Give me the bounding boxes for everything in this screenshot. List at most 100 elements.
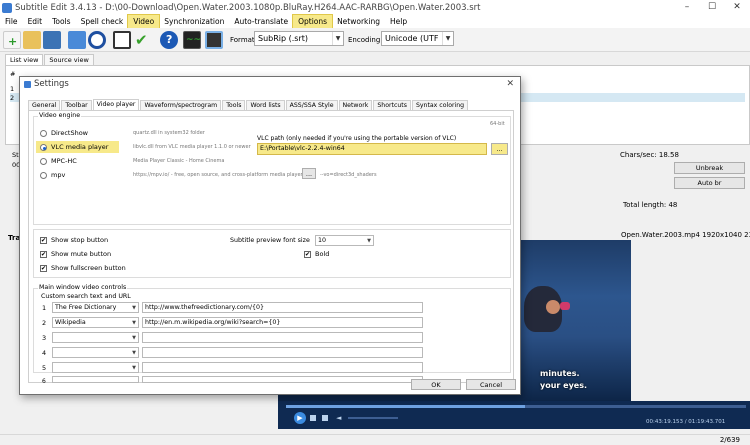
- info-icon[interactable]: ?: [160, 31, 178, 49]
- new-file-icon[interactable]: +: [3, 31, 21, 49]
- tab-video-player[interactable]: Video player: [92, 99, 140, 110]
- tab-ass-ssa-style[interactable]: ASS/SSA Style: [285, 100, 338, 110]
- chevron-down-icon: ▼: [332, 32, 343, 45]
- minimize-button[interactable]: –: [675, 0, 699, 15]
- menu-networking[interactable]: Networking: [332, 15, 385, 28]
- vlc-label[interactable]: VLC media player: [51, 143, 108, 151]
- search-url-input[interactable]: [142, 347, 423, 358]
- search-url-input[interactable]: http://en.m.wikipedia.org/wiki?search={0…: [142, 317, 423, 328]
- vlc-browse-button[interactable]: ...: [491, 143, 508, 155]
- tab-waveform[interactable]: Waveform/spectrogram: [140, 100, 222, 110]
- tab-list-view[interactable]: List view: [5, 54, 44, 65]
- directshow-desc: quartz.dll in system32 folder: [133, 130, 205, 136]
- stop-icon[interactable]: [310, 415, 316, 421]
- video-icon[interactable]: [113, 31, 131, 49]
- search-url-input[interactable]: [142, 332, 423, 343]
- mpv-label[interactable]: mpv: [51, 171, 65, 179]
- menu-tools[interactable]: Tools: [47, 15, 75, 28]
- menu-help[interactable]: Help: [385, 15, 412, 28]
- tab-toolbar[interactable]: Toolbar: [61, 100, 92, 110]
- directshow-label[interactable]: DirectShow: [51, 129, 88, 137]
- chevron-down-icon: ▼: [132, 305, 136, 311]
- volume-slider[interactable]: [348, 417, 398, 419]
- tab-source-view[interactable]: Source view: [44, 54, 94, 65]
- show-fullscreen-checkbox[interactable]: ✔: [40, 265, 47, 272]
- dialog-close-button[interactable]: ✕: [506, 77, 514, 92]
- encoding-label: Encoding: [348, 36, 381, 44]
- auto-br-button[interactable]: Auto br: [674, 177, 745, 189]
- dialog-title-bar: Settings ✕: [20, 77, 520, 92]
- app-icon: [2, 2, 12, 13]
- find-icon[interactable]: [88, 31, 106, 49]
- show-mute-label[interactable]: Show mute button: [51, 250, 111, 258]
- row-number: 1: [10, 85, 15, 93]
- chevron-down-icon: ▼: [132, 365, 136, 371]
- maximize-button[interactable]: ☐: [700, 0, 724, 15]
- preview-font-label: Subtitle preview font size: [230, 237, 310, 244]
- search-name-select[interactable]: [52, 376, 139, 383]
- waveform-icon[interactable]: ~~: [183, 31, 201, 49]
- menu-file[interactable]: File: [0, 15, 23, 28]
- tab-syntax-coloring[interactable]: Syntax coloring: [411, 100, 469, 110]
- menu-edit[interactable]: Edit: [23, 15, 48, 28]
- show-stop-checkbox[interactable]: ✔: [40, 237, 47, 244]
- bold-checkbox[interactable]: ✔: [304, 251, 311, 258]
- preview-font-select[interactable]: 10 ▼: [315, 235, 374, 246]
- tab-tools[interactable]: Tools: [222, 100, 246, 110]
- bold-label[interactable]: Bold: [315, 250, 329, 258]
- close-button[interactable]: ✕: [725, 0, 749, 15]
- cancel-button[interactable]: Cancel: [466, 379, 516, 390]
- search-name-select[interactable]: ▼: [52, 347, 139, 358]
- film-icon[interactable]: [205, 31, 223, 49]
- show-mute-checkbox[interactable]: ✔: [40, 251, 47, 258]
- play-icon[interactable]: ▶: [294, 412, 306, 424]
- radio-directshow[interactable]: [40, 130, 47, 137]
- search-url-input[interactable]: http://www.thefreedictionary.com/{0}: [142, 302, 423, 313]
- search-name-select[interactable]: The Free Dictionary ▼: [52, 302, 139, 313]
- search-name-select[interactable]: Wikipedia ▼: [52, 317, 139, 328]
- mpc-hc-label[interactable]: MPC-HC: [51, 157, 77, 165]
- tab-shortcuts[interactable]: Shortcuts: [373, 100, 411, 110]
- search-name-select[interactable]: ▼: [52, 362, 139, 373]
- tab-word-lists[interactable]: Word lists: [246, 100, 285, 110]
- chars-per-sec: Chars/sec: 18.58: [620, 151, 679, 159]
- show-fullscreen-label[interactable]: Show fullscreen button: [51, 264, 126, 272]
- radio-vlc[interactable]: [40, 144, 47, 151]
- help-icon[interactable]: [68, 31, 86, 49]
- fullscreen-icon[interactable]: [322, 415, 328, 421]
- radio-mpv[interactable]: [40, 172, 47, 179]
- tab-general[interactable]: General: [28, 100, 61, 110]
- tab-network[interactable]: Network: [338, 100, 373, 110]
- main-window-controls-title: Main window video controls: [38, 284, 128, 291]
- mpv-browse-button[interactable]: ...: [302, 168, 316, 179]
- ok-button[interactable]: OK: [411, 379, 461, 390]
- encoding-select[interactable]: Unicode (UTF ▼: [381, 31, 454, 46]
- total-length: Total length: 48: [623, 201, 678, 209]
- format-select[interactable]: SubRip (.srt) ▼: [254, 31, 344, 46]
- save-icon[interactable]: [43, 31, 61, 49]
- menu-spell-check[interactable]: Spell check: [76, 15, 129, 28]
- search-url-input[interactable]: [142, 376, 423, 383]
- show-stop-label[interactable]: Show stop button: [51, 236, 108, 244]
- vlc-path-input[interactable]: E:\Portable\vlc-2.2.4-win64: [257, 143, 487, 155]
- search-name-select[interactable]: ▼: [52, 332, 139, 343]
- volume-icon[interactable]: ◄: [336, 414, 341, 422]
- menu-options[interactable]: Options: [292, 14, 334, 29]
- subtitle-line-1: minutes.: [540, 369, 580, 378]
- video-info: Open.Water.2003.mp4 1920x1040 23.976: [621, 231, 750, 239]
- chevron-down-icon: ▼: [442, 32, 453, 45]
- subtitle-position: 2/639: [719, 436, 740, 444]
- video-engine-group: [33, 116, 511, 225]
- menu-auto-translate[interactable]: Auto-translate: [229, 15, 293, 28]
- diver-gear: [560, 302, 570, 310]
- check-icon[interactable]: ✔: [133, 31, 151, 49]
- menu-synchronization[interactable]: Synchronization: [159, 15, 229, 28]
- search-row-number: 1: [42, 304, 47, 312]
- seek-bar[interactable]: [286, 405, 746, 408]
- menu-video[interactable]: Video: [127, 14, 161, 29]
- open-folder-icon[interactable]: [23, 31, 41, 49]
- radio-mpc-hc[interactable]: [40, 158, 47, 165]
- custom-search-label: Custom search text and URL: [41, 293, 131, 300]
- search-url-input[interactable]: [142, 362, 423, 373]
- unbreak-button[interactable]: Unbreak: [674, 162, 745, 174]
